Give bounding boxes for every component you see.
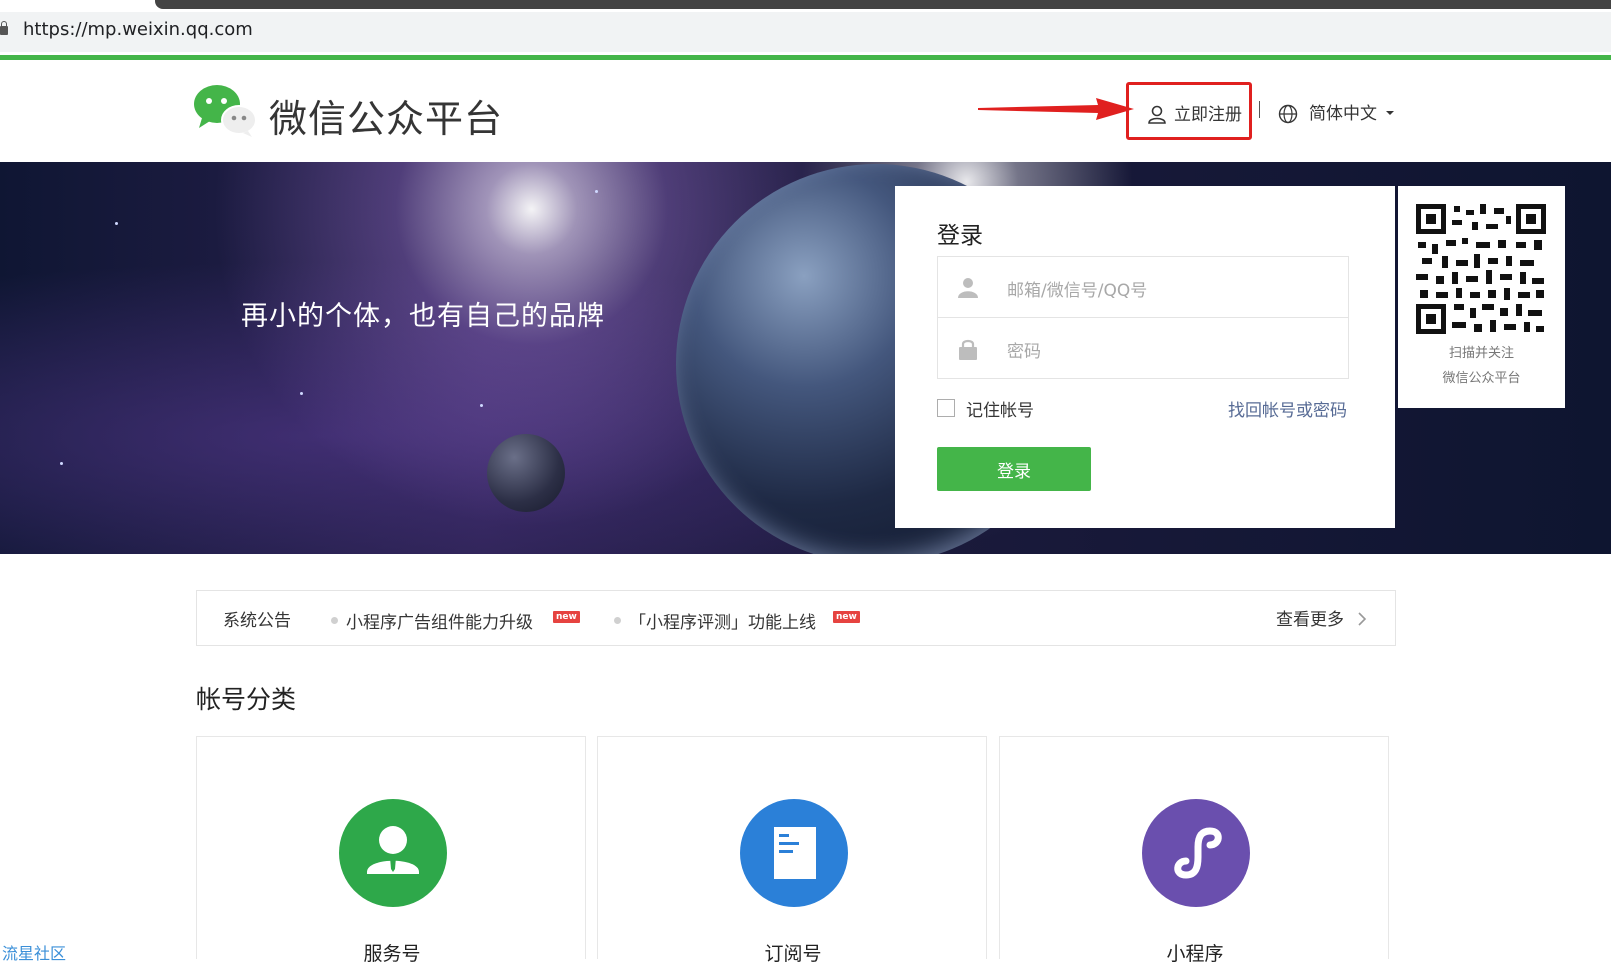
view-more-link[interactable]: 查看更多 — [1276, 605, 1344, 630]
login-title: 登录 — [937, 223, 983, 249]
new-badge: new — [833, 611, 860, 623]
account-input[interactable]: 邮箱/微信号/QQ号 — [937, 256, 1349, 318]
subscription-account-icon — [774, 827, 816, 879]
star — [595, 190, 598, 193]
account-card-label: 订阅号 — [764, 943, 822, 965]
account-card-subscription[interactable]: 订阅号 — [597, 736, 987, 965]
browser-tab-strip — [155, 0, 1611, 9]
account-card-mini-program[interactable]: 小程序 — [999, 736, 1389, 965]
remember-label[interactable]: 记住帐号 — [966, 396, 1034, 421]
account-card-service[interactable]: 服务号 — [196, 736, 586, 965]
lock-icon — [0, 21, 8, 35]
account-types-title: 帐号分类 — [196, 685, 297, 714]
login-button[interactable]: 登录 — [937, 447, 1091, 491]
star — [300, 392, 303, 395]
chevron-right-icon[interactable] — [1357, 611, 1367, 627]
qr-code-panel: 扫描并关注 微信公众平台 — [1398, 186, 1565, 408]
service-account-icon — [367, 826, 419, 874]
login-panel: 登录 邮箱/微信号/QQ号 密码 记住帐号 找回帐号或密码 登录 — [895, 186, 1395, 528]
url-text[interactable]: https://mp.weixin.qq.com — [23, 19, 253, 40]
account-card-label: 服务号 — [363, 943, 421, 965]
wechat-logo-icon[interactable] — [193, 84, 257, 138]
bullet-icon — [614, 617, 621, 624]
qr-caption-line1: 扫描并关注 — [1448, 346, 1514, 361]
announcement-title: 系统公告 — [223, 611, 291, 631]
watermark-text: 流星社区 — [2, 944, 67, 963]
qr-caption-line2: 微信公众平台 — [1442, 371, 1521, 386]
password-input[interactable]: 密码 — [937, 317, 1349, 379]
caret-down-icon[interactable] — [1386, 111, 1394, 115]
annotation-arrow-icon — [978, 98, 1134, 120]
announcement-item[interactable]: 小程序广告组件能力升级 — [346, 608, 533, 633]
account-placeholder: 邮箱/微信号/QQ号 — [1007, 281, 1148, 301]
forgot-password-link[interactable]: 找回帐号或密码 — [1228, 396, 1347, 421]
account-card-label: 小程序 — [1166, 943, 1224, 965]
announcement-item[interactable]: 「小程序评测」功能上线 — [629, 608, 816, 633]
register-button[interactable]: 立即注册 — [1126, 82, 1252, 140]
account-icon-circle — [339, 799, 447, 907]
star — [115, 222, 118, 225]
banner-slogan: 再小的个体，也有自己的品牌 — [241, 301, 605, 332]
globe-icon[interactable] — [1278, 104, 1298, 124]
brand-title: 微信公众平台 — [269, 97, 504, 141]
header-accent-line — [0, 55, 1611, 60]
password-placeholder: 密码 — [1007, 342, 1041, 362]
qr-code-icon — [1416, 204, 1546, 334]
system-announcement-bar: 系统公告 小程序广告组件能力升级 new 「小程序评测」功能上线 new 查看更… — [196, 590, 1396, 646]
user-icon — [1148, 105, 1166, 124]
account-icon-circle — [1142, 799, 1250, 907]
mini-program-icon — [1174, 827, 1222, 879]
language-selector[interactable]: 简体中文 — [1309, 99, 1377, 124]
lock-icon — [959, 339, 977, 360]
star — [480, 404, 483, 407]
header-separator — [1259, 101, 1260, 118]
moon-graphic — [487, 434, 565, 512]
star — [60, 462, 63, 465]
user-icon — [958, 278, 978, 298]
register-label: 立即注册 — [1174, 105, 1242, 125]
account-icon-circle — [740, 799, 848, 907]
new-badge: new — [553, 611, 580, 623]
remember-checkbox[interactable] — [937, 399, 955, 417]
bullet-icon — [331, 617, 338, 624]
